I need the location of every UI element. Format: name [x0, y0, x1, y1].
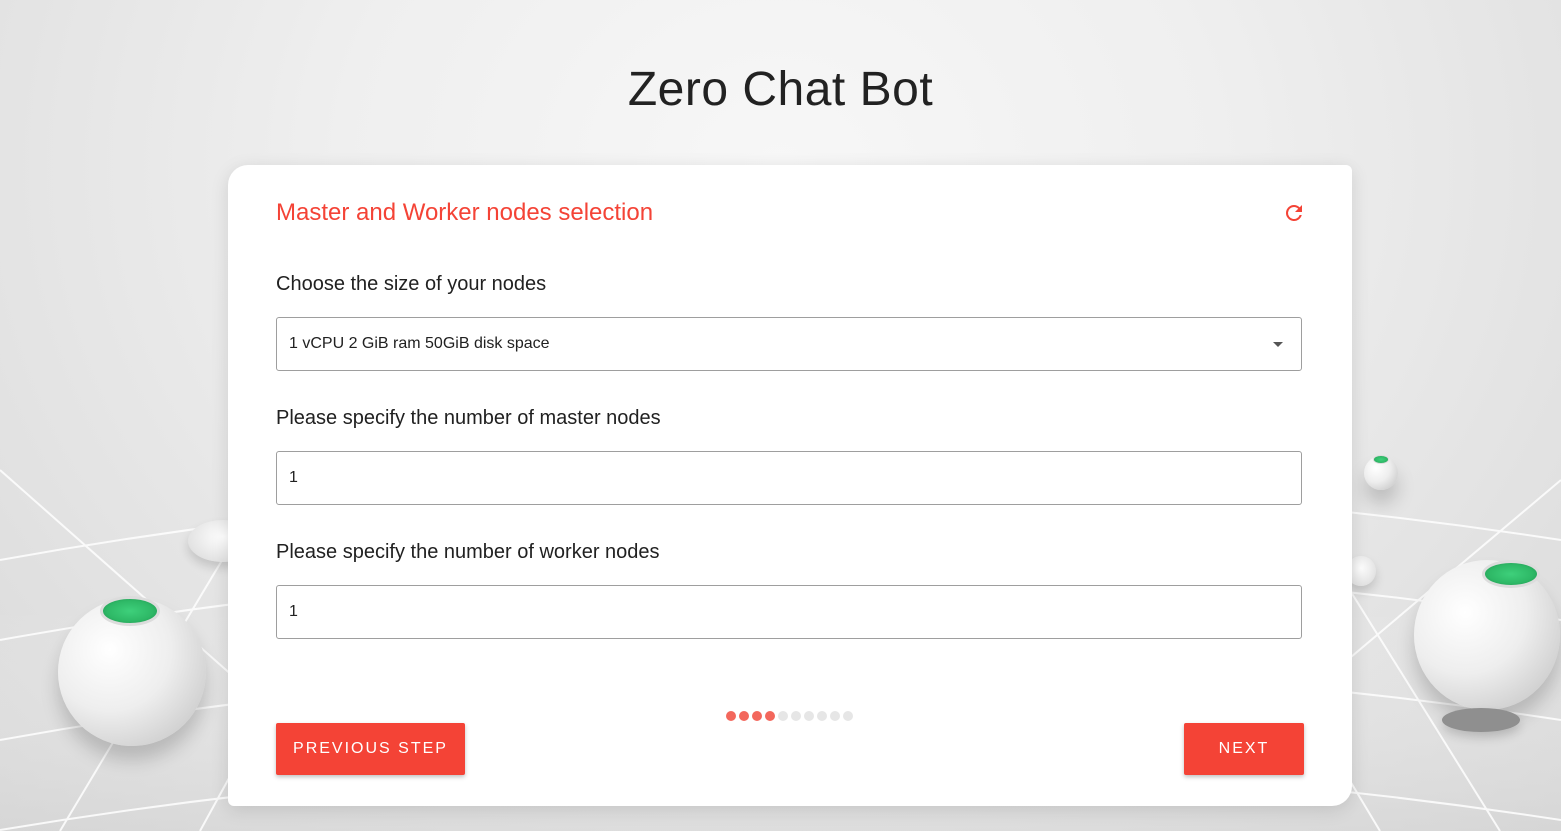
refresh-icon[interactable] — [1282, 201, 1306, 225]
decorative-sphere-right — [1414, 560, 1560, 710]
next-button[interactable]: NEXT — [1184, 723, 1304, 775]
decorative-sphere-right-small — [1364, 455, 1398, 490]
previous-step-button[interactable]: PREVIOUS STEP — [276, 723, 465, 775]
worker-nodes-label: Please specify the number of worker node… — [276, 541, 660, 563]
progress-dot-pending — [804, 711, 814, 721]
step-progress-indicator — [726, 711, 853, 721]
node-size-label: Choose the size of your nodes — [276, 273, 547, 295]
worker-nodes-input[interactable] — [289, 586, 1301, 638]
progress-dot-complete — [739, 711, 749, 721]
progress-dot-complete — [765, 711, 775, 721]
decorative-sphere-right-base — [1442, 708, 1520, 732]
chevron-down-icon — [1273, 342, 1283, 347]
progress-dot-pending — [778, 711, 788, 721]
card-title: Master and Worker nodes selection — [276, 199, 654, 226]
progress-dot-pending — [843, 711, 853, 721]
progress-dot-pending — [830, 711, 840, 721]
master-nodes-label: Please specify the number of master node… — [276, 407, 661, 429]
progress-dot-complete — [752, 711, 762, 721]
refresh-icon-glyph — [1286, 205, 1302, 221]
progress-dot-pending — [817, 711, 827, 721]
progress-dot-pending — [791, 711, 801, 721]
app-title: Zero Chat Bot — [627, 63, 934, 116]
node-size-selected-value: 1 vCPU 2 GiB ram 50GiB disk space — [289, 335, 550, 352]
master-nodes-field — [276, 451, 1302, 505]
progress-dot-complete — [726, 711, 736, 721]
wizard-card: Master and Worker nodes selection Choose… — [228, 165, 1352, 806]
master-nodes-input[interactable] — [289, 452, 1301, 504]
node-size-select[interactable]: 1 vCPU 2 GiB ram 50GiB disk space — [276, 317, 1302, 371]
decorative-sphere-left — [58, 596, 206, 746]
worker-nodes-field — [276, 585, 1302, 639]
